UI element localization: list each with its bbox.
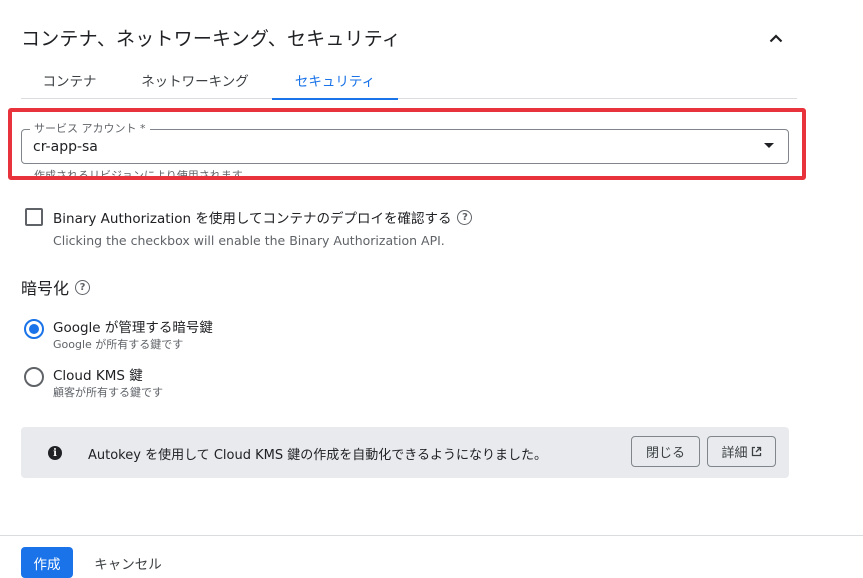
banner-text: Autokey を使用して Cloud KMS 鍵の作成を自動化できるようになり… [88,448,547,463]
encryption-heading: 暗号化 ? [21,275,91,299]
binary-auth-checkbox[interactable] [25,208,43,226]
tab-networking[interactable]: ネットワーキング [118,60,272,99]
service-account-value: cr-app-sa [33,139,98,155]
chevron-up-icon [769,33,783,42]
radio-button-google[interactable] [24,319,44,339]
radio-button-kms[interactable] [24,367,44,387]
service-account-label: サービス アカウント * [30,122,150,136]
collapse-button[interactable] [762,26,790,50]
binary-auth-label: Binary Authorization を使用してコンテナのデプロイを確認する [53,211,452,227]
autokey-banner: i Autokey を使用して Cloud KMS 鍵の作成を自動化できるように… [21,427,789,478]
banner-close-button[interactable]: 閉じる [631,436,700,467]
binary-auth-row: Binary Authorization を使用してコンテナのデプロイを確認する… [25,207,473,227]
dropdown-arrow-icon [764,143,774,148]
detail-label: 詳細 [721,446,748,461]
radio-sublabel: 顧客が所有する鍵です [53,386,163,399]
footer-divider [0,535,863,536]
encryption-title: 暗号化 [21,279,70,298]
radio-label: Google が管理する暗号鍵 [53,320,213,336]
cancel-button[interactable]: キャンセル [86,547,170,578]
tab-container[interactable]: コンテナ [21,60,118,99]
banner-detail-button[interactable]: 詳細 [707,436,776,467]
service-account-select[interactable]: サービス アカウント * cr-app-sa [21,122,789,164]
open-in-new-icon [751,446,762,457]
close-label: 閉じる [645,446,685,461]
radio-sublabel: Google が所有する鍵です [53,338,184,351]
radio-cloud-kms[interactable]: Cloud KMS 鍵 顧客が所有する鍵です [24,367,163,400]
section-title: コンテナ、ネットワーキング、セキュリティ [21,28,402,50]
tab-bar: コンテナ ネットワーキング セキュリティ [21,60,797,100]
info-icon: i [48,446,62,460]
service-account-hint: 作成されるリビジョンにより使用されます。 [34,169,253,178]
help-icon[interactable]: ? [75,279,91,295]
binary-auth-description: Clicking the checkbox will enable the Bi… [53,233,445,248]
radio-google-managed[interactable]: Google が管理する暗号鍵 Google が所有する鍵です [24,319,213,352]
tab-security[interactable]: セキュリティ [272,60,398,100]
radio-label: Cloud KMS 鍵 [53,368,143,384]
create-button[interactable]: 作成 [21,547,73,578]
help-icon[interactable]: ? [457,209,473,225]
